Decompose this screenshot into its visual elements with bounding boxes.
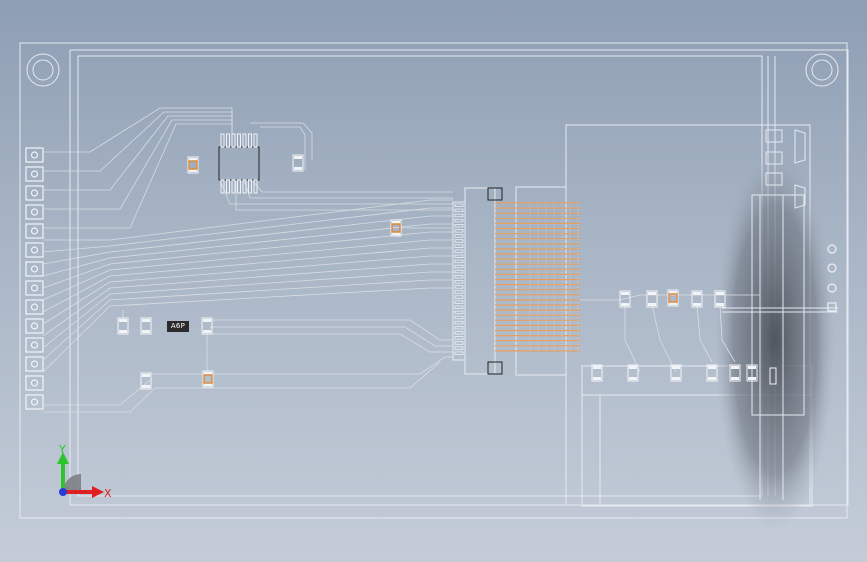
mounting-hole-left	[26, 53, 60, 87]
ic-top	[218, 133, 260, 194]
pin-header-left	[25, 147, 44, 410]
mounting-hole-right	[805, 53, 839, 87]
shaded-component	[715, 150, 835, 530]
y-axis-label: Y	[58, 443, 66, 456]
cad-viewport[interactable]: A6P Y X	[0, 0, 867, 562]
ic-label: A6P	[167, 321, 189, 332]
x-axis-label: X	[104, 487, 112, 500]
pcb-drawing	[19, 42, 849, 530]
fpc-connector	[452, 186, 580, 376]
axis-triad[interactable]: Y X	[46, 440, 116, 510]
z-axis-dot	[59, 488, 67, 496]
